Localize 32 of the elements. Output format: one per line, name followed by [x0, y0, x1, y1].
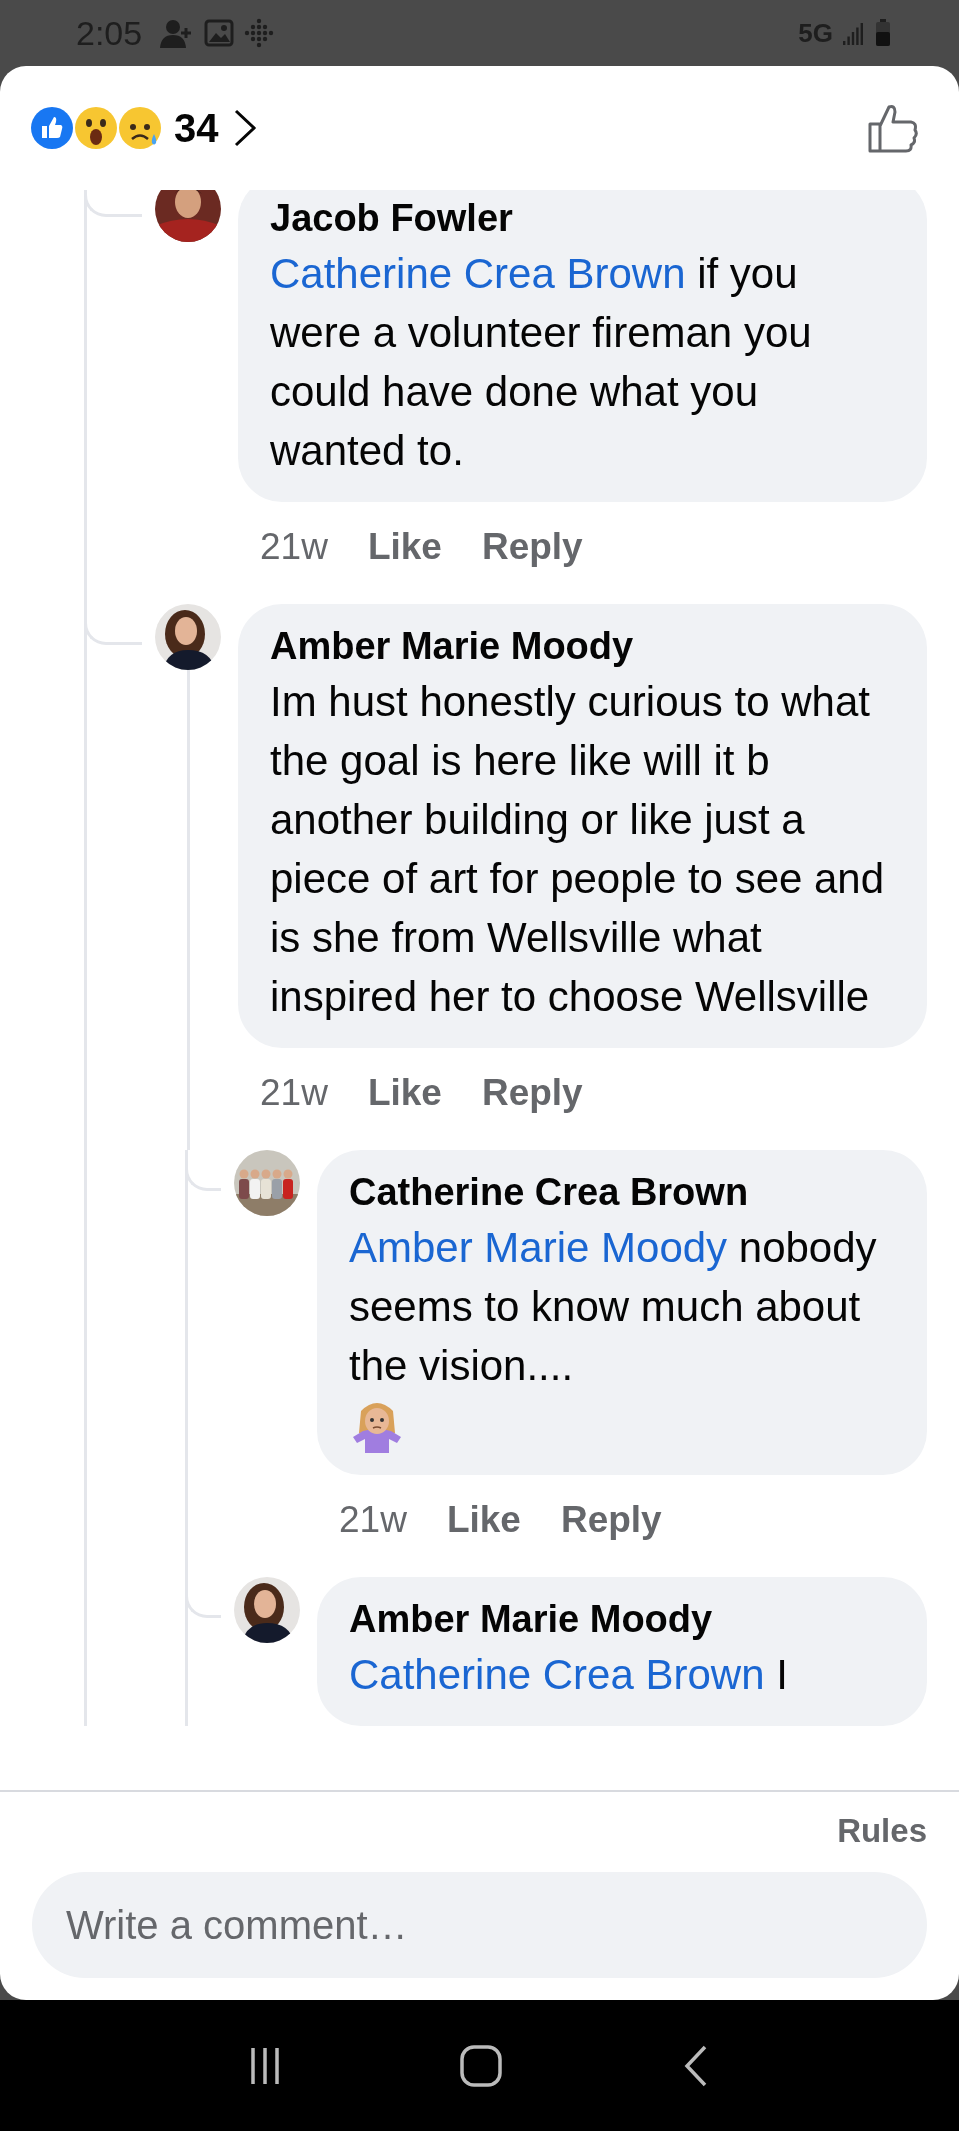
timestamp: 21w	[260, 1072, 328, 1114]
comment-text: Amber Marie Moody nobody seems to know much about the vision....	[349, 1223, 878, 1391]
like-button[interactable]: Like	[367, 1072, 442, 1114]
like-icon	[30, 106, 74, 150]
surprised-face-icon	[74, 106, 118, 150]
reply-button[interactable]: Reply	[481, 1072, 583, 1114]
author-name[interactable]: Jacob Fowler	[270, 192, 897, 244]
author-name[interactable]: Catherine Crea Brown	[349, 1166, 897, 1218]
reaction-count: 34	[174, 105, 219, 151]
comment-input[interactable]: Write a comment…	[32, 1872, 927, 1978]
comment-text: Catherine Crea Brown if you were a volunteer fireman you could have done what you wanted to.	[270, 249, 813, 476]
chevron-right-icon[interactable]	[232, 108, 257, 148]
comment-text: Im hust honestly curious to what the goal is here like will it b another building or like just a piece of art for people to see and is she from Wellsville what inspired her to choose Wellsville	[270, 677, 886, 1022]
mention-link[interactable]: Catherine Crea Brown	[349, 1651, 765, 1698]
mention-link[interactable]: Amber Marie Moody	[349, 1224, 728, 1271]
mention-link[interactable]: Catherine Crea Brown	[270, 250, 686, 297]
signal-icon	[843, 21, 865, 45]
reply-button[interactable]: Reply	[560, 1499, 662, 1541]
like-button[interactable]: Like	[367, 526, 442, 568]
author-name[interactable]: Amber Marie Moody	[270, 620, 897, 672]
comment-text: Catherine Crea Brown I	[349, 1650, 789, 1700]
thumbs-up-icon[interactable]	[867, 102, 919, 154]
author-name[interactable]: Amber Marie Moody	[349, 1593, 897, 1645]
reply-button[interactable]: Reply	[481, 526, 583, 568]
dots-icon	[244, 18, 275, 48]
image-icon	[204, 19, 235, 47]
sad-face-icon	[118, 106, 162, 150]
rules-link[interactable]: Rules	[837, 1812, 927, 1850]
timestamp: 21w	[260, 526, 328, 568]
timestamp: 21w	[339, 1499, 407, 1541]
like-button[interactable]: Like	[446, 1499, 521, 1541]
battery-icon	[875, 19, 891, 47]
